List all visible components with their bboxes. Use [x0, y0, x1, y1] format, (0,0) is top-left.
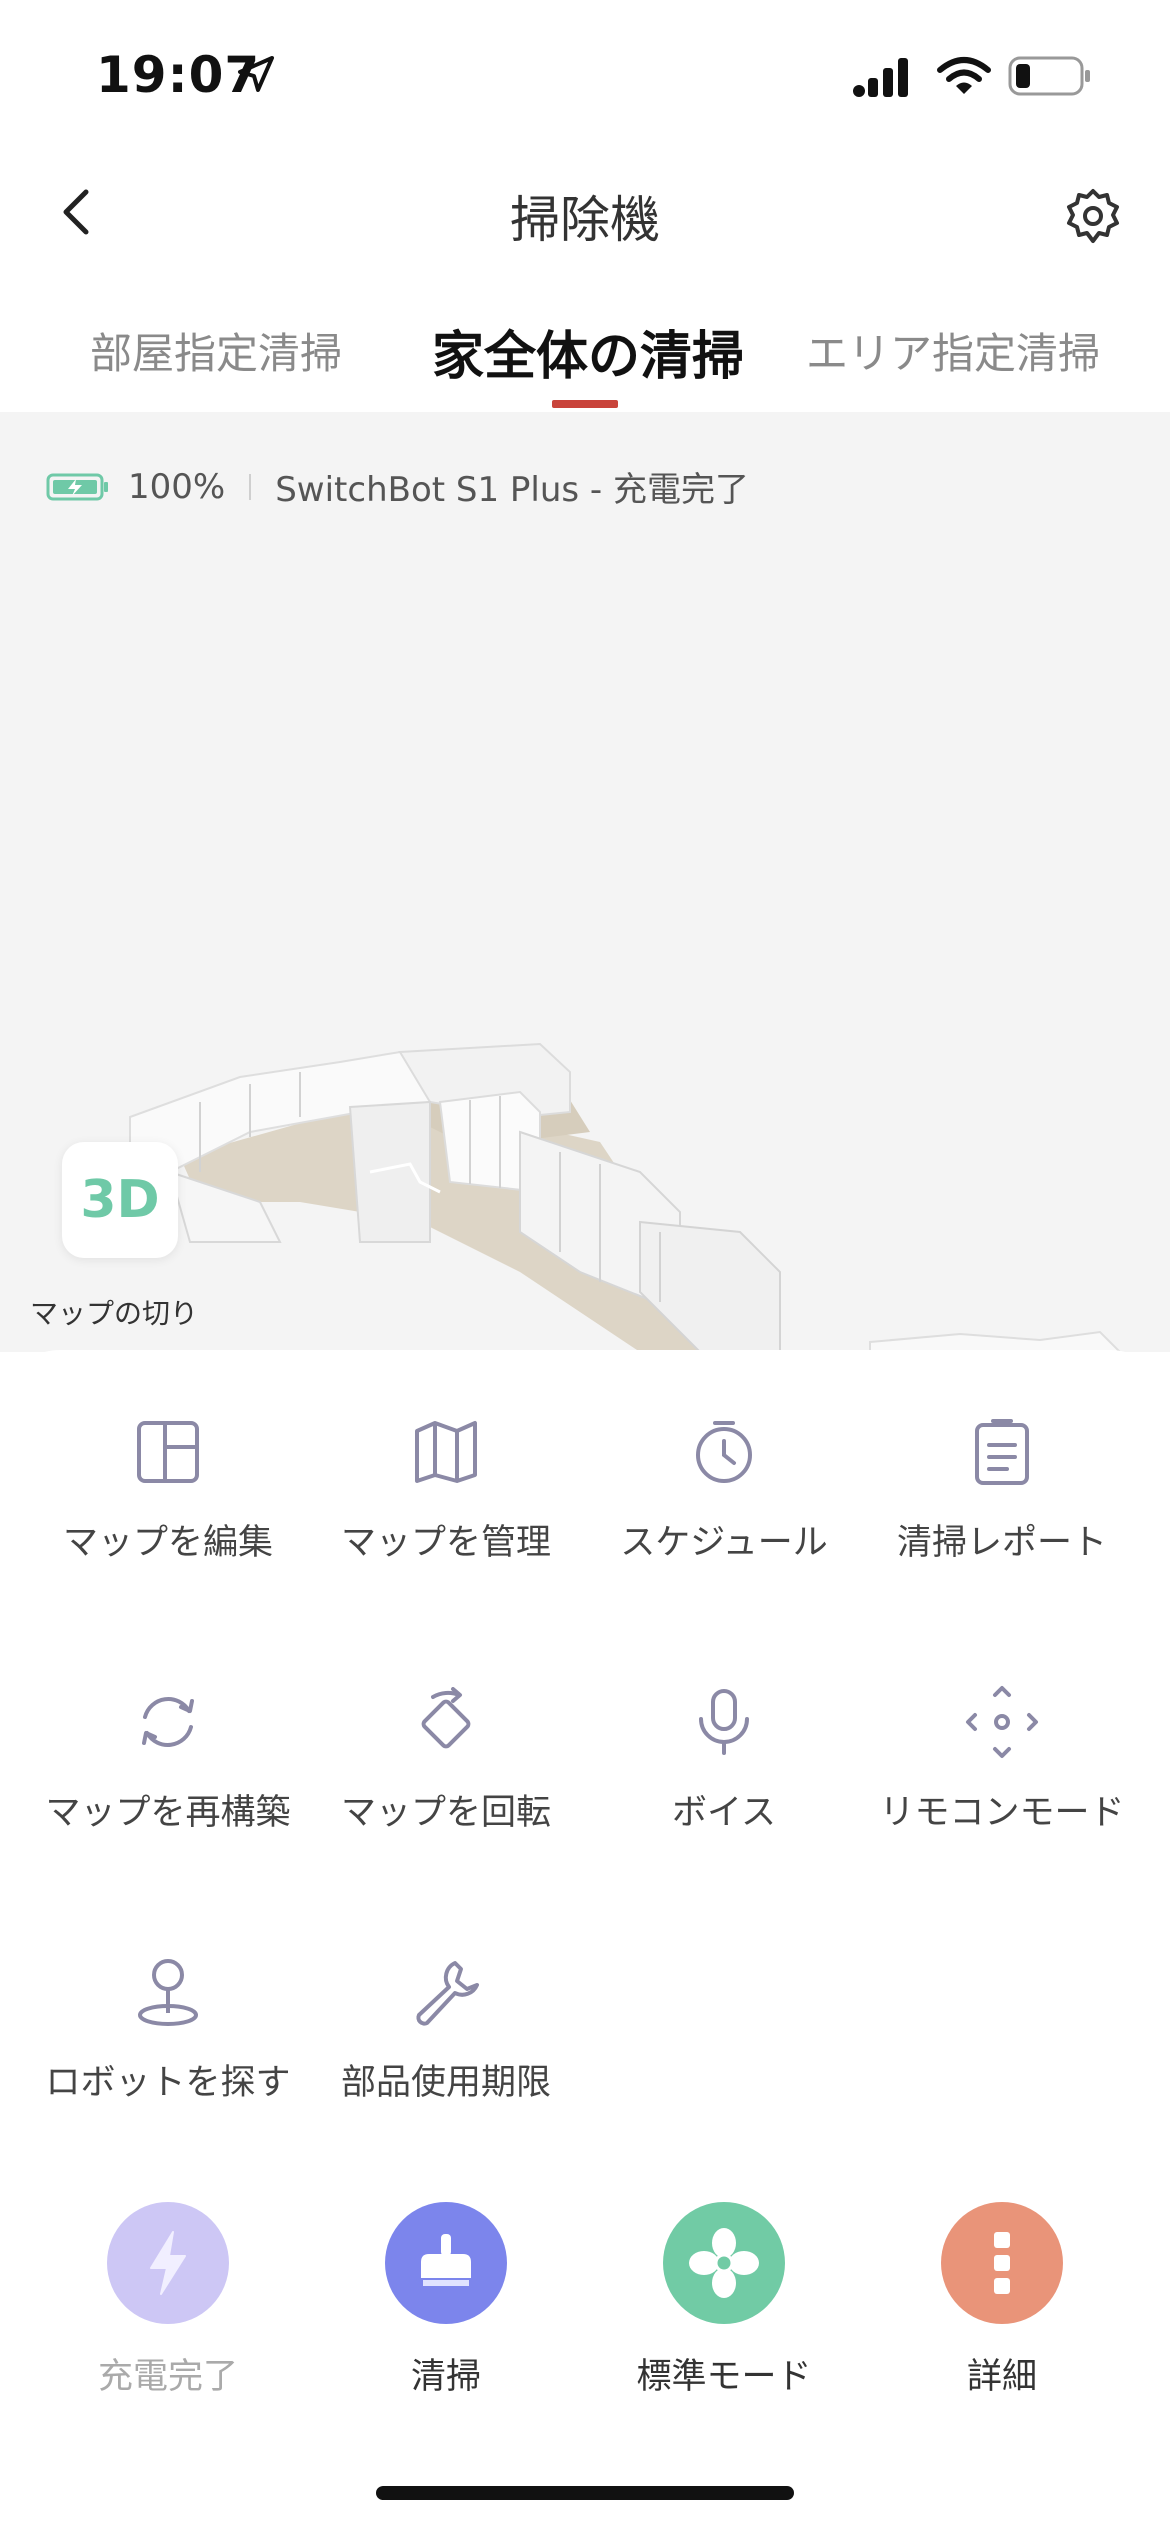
location-pin-icon	[138, 1959, 198, 2026]
header: 掃除機	[0, 150, 1170, 280]
tab-whole-home-clean[interactable]: 家全体の清掃	[432, 314, 744, 389]
move-icon	[966, 1686, 1038, 1758]
find-robot-button[interactable]: ロボットを探す	[28, 1952, 308, 2105]
manage-map-button[interactable]: マップを管理	[306, 1412, 586, 1565]
find-robot-label: ロボットを探す	[45, 2063, 291, 2103]
more-icon	[994, 2232, 1010, 2294]
charge-label: 充電完了	[97, 2357, 238, 2397]
voice-label: ボイス	[672, 1793, 776, 1833]
map-area[interactable]: 100% SwitchBot S1 Plus - 充電完了 3D マップの切り	[0, 412, 1170, 1352]
details-button[interactable]: 詳細	[872, 2202, 1132, 2399]
charge-button[interactable]: 充電完了	[38, 2202, 298, 2399]
wrench-icon	[416, 1961, 479, 2026]
gear-icon	[1067, 189, 1119, 243]
rebuild-map-button[interactable]: マップを再構築	[28, 1682, 308, 1835]
mode-tabs: 部屋指定清掃 家全体の清掃 エリア指定清掃	[0, 300, 1170, 412]
map-edit-icon	[137, 1421, 199, 1483]
tab-room-clean[interactable]: 部屋指定清掃	[90, 320, 342, 381]
charge-circle	[107, 2202, 229, 2324]
broom-icon	[421, 2234, 471, 2286]
schedule-label: スケジュール	[620, 1523, 828, 1563]
standard-mode-button[interactable]: 標準モード	[594, 2202, 854, 2399]
fan-icon	[689, 2228, 759, 2298]
home-indicator[interactable]	[376, 2486, 794, 2500]
schedule-button[interactable]: スケジュール	[584, 1412, 864, 1565]
remote-mode-label: リモコンモード	[879, 1793, 1125, 1833]
signal-icon	[853, 58, 908, 97]
parts-lifespan-button[interactable]: 部品使用期限	[306, 1952, 586, 2105]
details-label: 詳細	[966, 2357, 1037, 2397]
cleaning-report-label: 清掃レポート	[896, 1523, 1107, 1563]
refresh-icon	[142, 1697, 194, 1747]
edit-map-label: マップを編集	[62, 1523, 273, 1563]
standard-mode-circle	[663, 2202, 785, 2324]
status-bar: 19:07	[0, 0, 1170, 150]
map-manage-icon	[415, 1421, 477, 1483]
active-tab-indicator	[552, 400, 618, 408]
wifi-icon	[937, 57, 991, 94]
clean-button[interactable]: 清掃	[316, 2202, 576, 2399]
map-3d-toggle-button[interactable]: 3D	[62, 1142, 178, 1258]
rotate-map-label: マップを回転	[340, 1793, 551, 1833]
location-arrow-icon	[238, 56, 274, 92]
lightning-icon	[150, 2231, 186, 2295]
microphone-icon	[699, 1689, 749, 1755]
standard-mode-label: 標準モード	[636, 2357, 812, 2397]
remote-mode-button[interactable]: リモコンモード	[862, 1682, 1142, 1835]
parts-lifespan-label: 部品使用期限	[340, 2063, 551, 2103]
clean-label: 清掃	[410, 2357, 481, 2397]
battery-status-icon	[1008, 56, 1090, 96]
rotate-map-button[interactable]: マップを回転	[306, 1682, 586, 1835]
edit-map-button[interactable]: マップを編集	[28, 1412, 308, 1565]
page-title: 掃除機	[510, 191, 660, 249]
voice-button[interactable]: ボイス	[584, 1682, 864, 1835]
settings-button[interactable]	[1058, 182, 1128, 252]
cleaning-report-button[interactable]: 清掃レポート	[862, 1412, 1142, 1565]
rotate-icon	[421, 1687, 471, 1749]
rebuild-map-label: マップを再構築	[45, 1793, 291, 1833]
map-switch-label: マップの切り	[30, 1297, 199, 1330]
report-icon	[975, 1419, 1029, 1485]
tab-area-clean[interactable]: エリア指定清掃	[806, 320, 1100, 381]
clean-circle	[385, 2202, 507, 2324]
details-circle	[941, 2202, 1063, 2324]
manage-map-label: マップを管理	[340, 1523, 551, 1563]
clock-icon	[696, 1421, 752, 1483]
map-3d-toggle-label: 3D	[80, 1170, 160, 1230]
